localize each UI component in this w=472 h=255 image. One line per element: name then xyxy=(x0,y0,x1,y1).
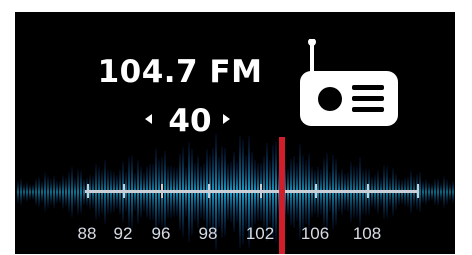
scale-tick xyxy=(417,184,419,198)
waveform-bar xyxy=(428,181,430,203)
waveform-bar xyxy=(68,171,70,213)
scale-tick xyxy=(123,184,125,198)
waveform-bar xyxy=(59,180,61,204)
waveform-bar xyxy=(17,180,19,204)
waveform-bar xyxy=(437,178,439,206)
waveform-bar xyxy=(419,171,421,213)
waveform-bar xyxy=(20,178,22,206)
waveform-bar xyxy=(83,178,85,206)
waveform-bar xyxy=(50,179,52,205)
scale-tick xyxy=(367,184,369,198)
waveform-bar xyxy=(32,184,34,200)
waveform-bar xyxy=(47,175,49,209)
waveform-bar xyxy=(77,169,79,215)
scale-label: 108 xyxy=(352,224,382,243)
scale-labels: 88 92 96 98 102 106 108 xyxy=(15,224,455,250)
waveform-bar xyxy=(425,179,427,205)
waveform-bar xyxy=(53,175,55,209)
waveform-bar xyxy=(29,184,31,200)
waveform-bar xyxy=(62,175,64,209)
waveform-bar xyxy=(452,181,454,203)
waveform-bar xyxy=(434,179,436,205)
radio-panel: 104.7 FM 40 88 92 96 98 102 106 108 xyxy=(15,12,455,254)
waveform-bar xyxy=(23,184,25,200)
waveform-bar xyxy=(431,183,433,201)
scale-tick xyxy=(87,184,89,198)
waveform-bar xyxy=(26,182,28,202)
scale-tick xyxy=(260,184,262,198)
waveform-bar xyxy=(38,176,40,208)
waveform-bar xyxy=(74,177,76,207)
frequency-readout: 104.7 FM xyxy=(97,54,263,90)
scale-tick xyxy=(315,184,317,198)
scale-tick xyxy=(161,184,163,198)
waveform-bar xyxy=(422,180,424,204)
waveform-bar xyxy=(35,178,37,206)
scale-label: 102 xyxy=(245,224,275,243)
waveform-bar xyxy=(440,182,442,202)
waveform-bar xyxy=(80,170,82,214)
scale-label: 88 xyxy=(77,224,97,243)
waveform-bar xyxy=(44,172,46,212)
scale-tick xyxy=(208,184,210,198)
waveform-bar xyxy=(449,182,451,202)
scale-label: 98 xyxy=(198,224,218,243)
scale-label: 96 xyxy=(151,224,171,243)
waveform-bar xyxy=(56,180,58,204)
waveform-bar xyxy=(443,176,445,208)
waveform-bar xyxy=(446,179,448,205)
waveform-bar xyxy=(65,177,67,207)
scale-label: 106 xyxy=(300,224,330,243)
scale-label: 92 xyxy=(113,224,133,243)
waveform-bar xyxy=(71,166,73,218)
waveform-bar xyxy=(41,181,43,203)
